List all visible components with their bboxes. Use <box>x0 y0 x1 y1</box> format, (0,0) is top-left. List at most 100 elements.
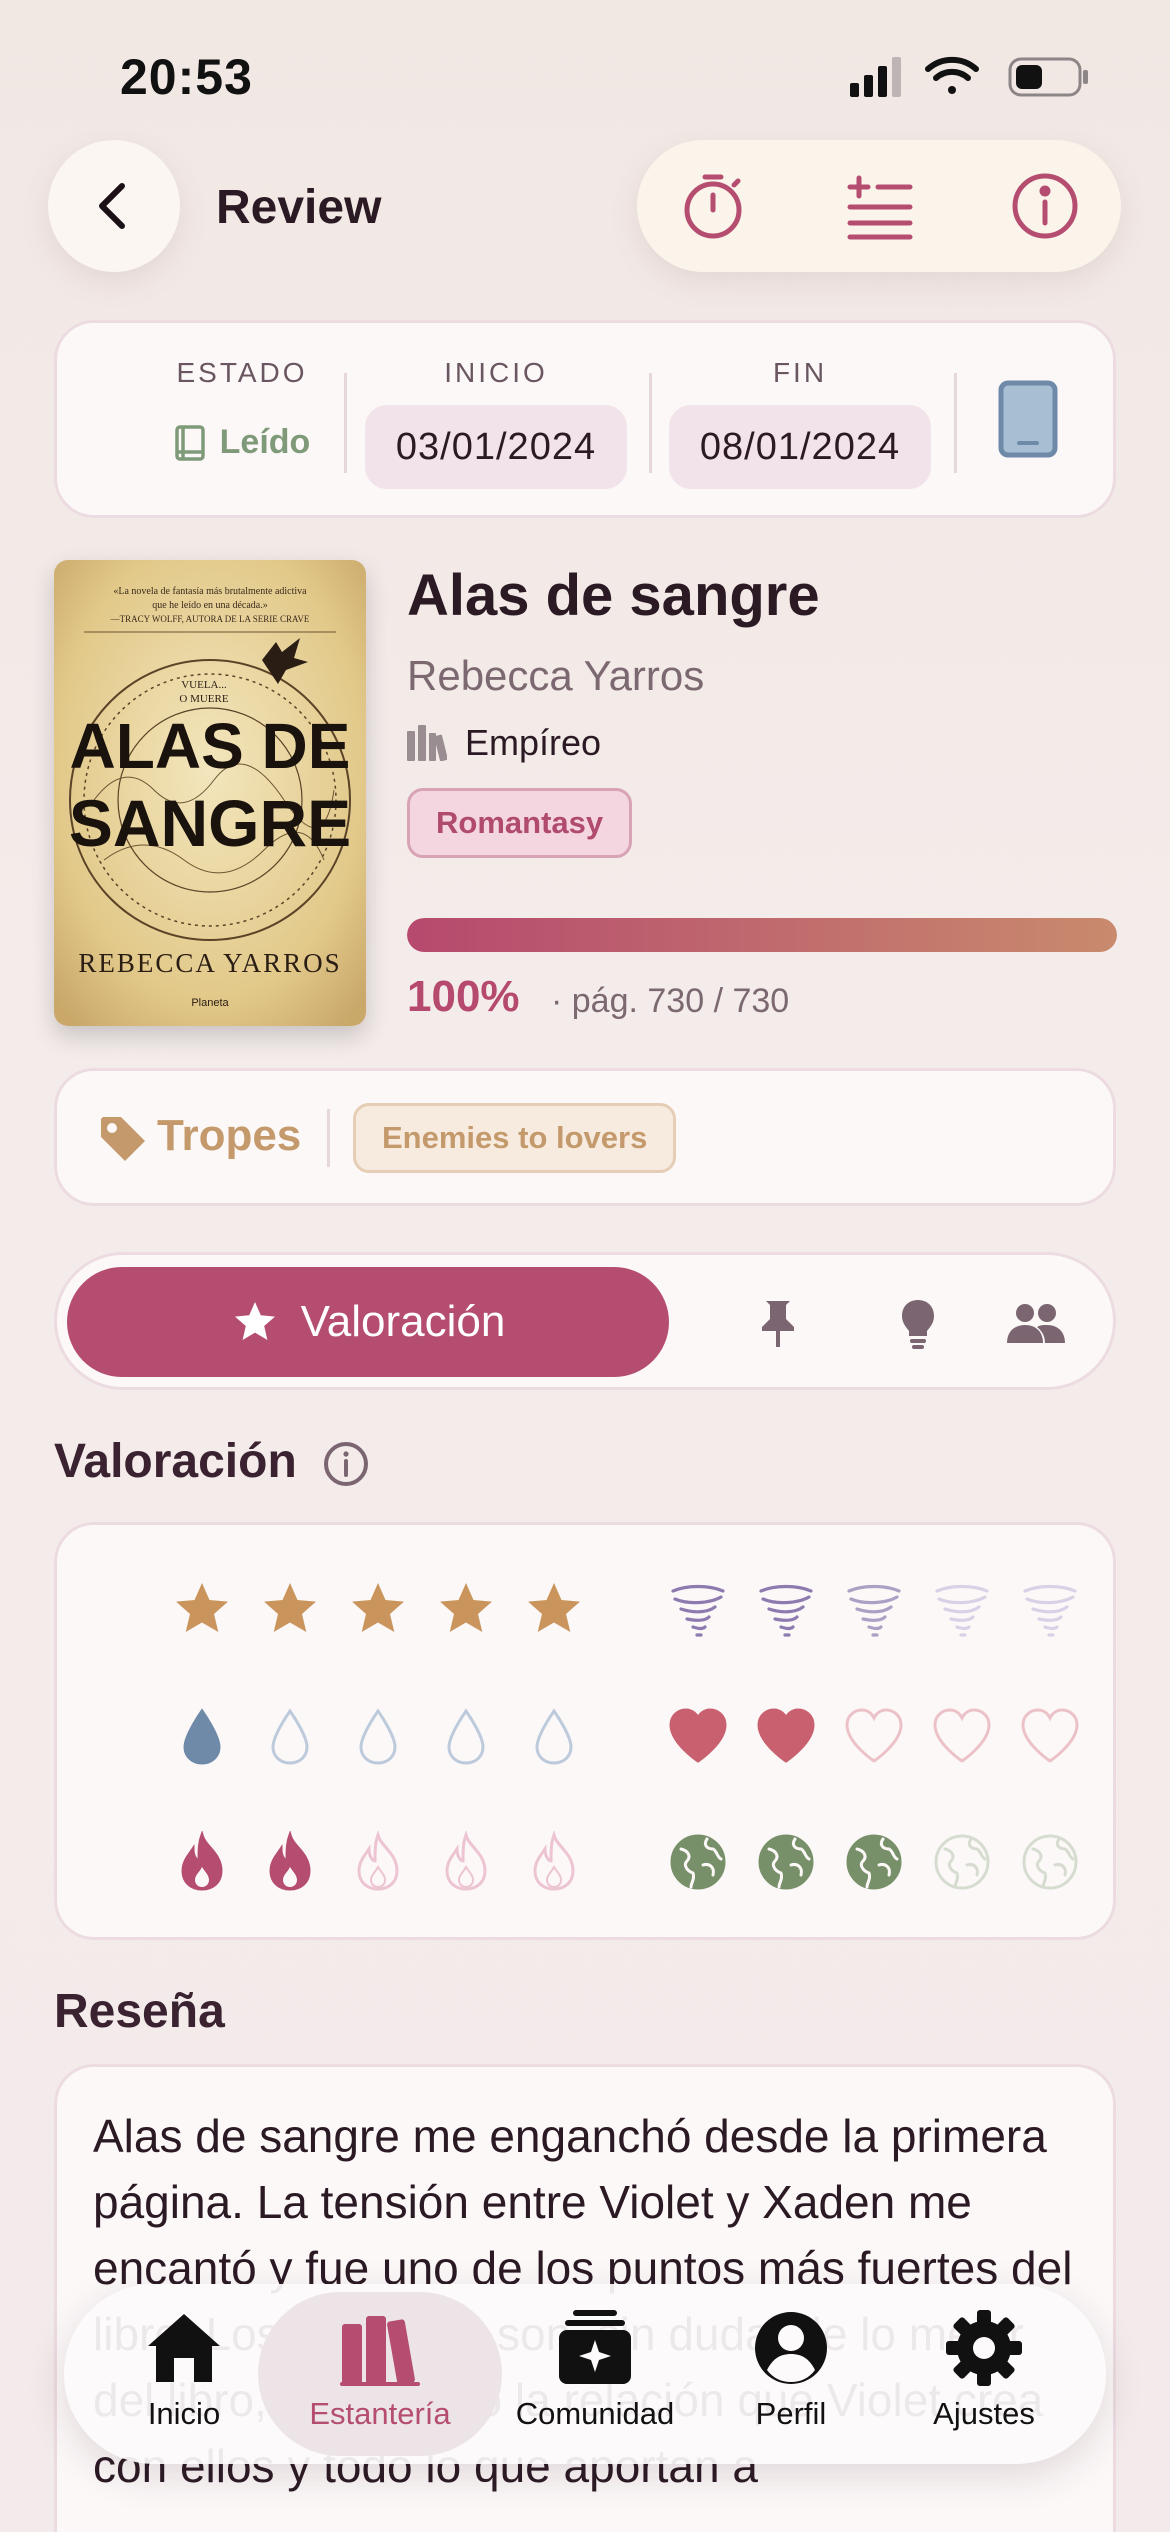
stars-rating-icon[interactable] <box>435 1579 497 1641</box>
stars-rating-icon[interactable] <box>171 1579 233 1641</box>
tears-rating[interactable] <box>171 1705 585 1767</box>
review-title: Reseña <box>54 1985 225 2038</box>
worldbuilding-rating[interactable] <box>667 1831 1081 1893</box>
tag-icon <box>101 1117 145 1161</box>
wifi-icon <box>925 56 979 94</box>
series-name: Empíreo <box>465 722 602 763</box>
tornado-rating-icon[interactable] <box>667 1579 729 1641</box>
tornado-rating-icon[interactable] <box>843 1579 905 1641</box>
tropes-card: Tropes Enemies to lovers <box>54 1068 1116 1206</box>
page-title: Review <box>216 181 382 234</box>
spice-rating-icon[interactable] <box>523 1831 585 1893</box>
tornado-rating[interactable] <box>667 1579 1081 1641</box>
signal-icon <box>850 57 901 97</box>
inicio-date[interactable]: 03/01/2024 <box>365 405 627 489</box>
hearts-rating-icon[interactable] <box>755 1705 817 1767</box>
header-toolbar <box>637 140 1121 272</box>
genre-chip[interactable]: Romantasy <box>407 788 633 858</box>
nav-label: Ajustes <box>933 2396 1035 2431</box>
status-icons <box>850 56 1088 97</box>
nav-item-perfil[interactable]: Perfil <box>691 2308 891 2432</box>
hearts-rating-icon[interactable] <box>931 1705 993 1767</box>
svg-text:que he leído en una década.»: que he leído en una década.» <box>152 600 268 611</box>
lightbulb-icon <box>902 1300 934 1349</box>
info-button[interactable] <box>1007 168 1083 244</box>
tablet-icon[interactable] <box>997 379 1059 459</box>
tab-ideas[interactable] <box>883 1289 953 1359</box>
progress-fill <box>407 918 1117 952</box>
timer-button[interactable] <box>675 168 751 244</box>
stars-rating-icon[interactable] <box>523 1579 585 1641</box>
gear-icon <box>946 2310 1022 2386</box>
worldbuilding-rating-icon[interactable] <box>755 1831 817 1893</box>
nav-item-ajustes[interactable]: Ajustes <box>884 2308 1084 2432</box>
worldbuilding-rating-icon[interactable] <box>667 1831 729 1893</box>
book-author[interactable]: Rebecca Yarros <box>407 652 704 700</box>
svg-text:«La novela de fantasía más bru: «La novela de fantasía más brutalmente a… <box>113 586 307 597</box>
tab-valoracion[interactable]: Valoración <box>67 1267 669 1377</box>
hearts-rating-icon[interactable] <box>667 1705 729 1767</box>
tab-notes[interactable] <box>743 1289 813 1359</box>
progress-percent: 100% <box>407 972 520 1021</box>
tornado-rating-icon[interactable] <box>1019 1579 1081 1641</box>
tears-rating-icon[interactable] <box>523 1705 585 1767</box>
star-icon <box>234 1302 275 1340</box>
worldbuilding-rating-icon[interactable] <box>931 1831 993 1893</box>
stars-rating-icon[interactable] <box>347 1579 409 1641</box>
estado-text: Leído <box>219 423 311 461</box>
rating-card <box>54 1522 1116 1940</box>
tears-rating-icon[interactable] <box>171 1705 233 1767</box>
spice-rating-icon[interactable] <box>347 1831 409 1893</box>
status-time: 20:53 <box>120 49 253 105</box>
books-series-icon <box>407 725 447 761</box>
detail-tabs: Valoración <box>54 1252 1116 1390</box>
stars-rating[interactable] <box>171 1579 585 1641</box>
add-to-list-button[interactable] <box>841 168 917 244</box>
rating-info-icon[interactable] <box>322 1440 370 1488</box>
spice-rating-icon[interactable] <box>435 1831 497 1893</box>
tab-valoracion-label: Valoración <box>300 1297 506 1346</box>
tears-rating-icon[interactable] <box>347 1705 409 1767</box>
spice-rating-icon[interactable] <box>259 1831 321 1893</box>
bottom-nav: Inicio Estantería Comunidad Perfil Ajust… <box>64 2284 1106 2464</box>
estado-value[interactable]: Leído <box>137 423 347 462</box>
book-series[interactable]: Empíreo <box>407 722 601 764</box>
tornado-rating-icon[interactable] <box>755 1579 817 1641</box>
reading-dates-card: ESTADO Leído INICIO 03/01/2024 FIN 08/01… <box>54 320 1116 518</box>
nav-item-comunidad[interactable]: Comunidad <box>495 2308 695 2432</box>
tears-rating-icon[interactable] <box>259 1705 321 1767</box>
battery-icon <box>1008 57 1088 97</box>
worldbuilding-rating-icon[interactable] <box>1019 1831 1081 1893</box>
book-cover[interactable]: «La novela de fantasía más brutalmente a… <box>54 560 366 1026</box>
reading-progress-bar <box>407 918 1117 952</box>
fin-date[interactable]: 08/01/2024 <box>669 405 931 489</box>
tornado-rating-icon[interactable] <box>931 1579 993 1641</box>
rating-title: Valoración <box>54 1435 297 1488</box>
book-title: Alas de sangre <box>407 563 820 628</box>
hearts-rating-icon[interactable] <box>1019 1705 1081 1767</box>
book-icon <box>174 424 205 461</box>
tears-rating-icon[interactable] <box>435 1705 497 1767</box>
trope-chip[interactable]: Enemies to lovers <box>353 1103 677 1173</box>
svg-text:SANGRE: SANGRE <box>69 786 351 860</box>
timer-icon <box>684 174 742 239</box>
nav-item-estanteria[interactable]: Estantería <box>280 2308 480 2432</box>
add-list-icon <box>847 175 913 240</box>
svg-text:VUELA...: VUELA... <box>181 679 227 691</box>
spice-rating[interactable] <box>171 1831 585 1893</box>
estado-label: ESTADO <box>176 357 308 388</box>
hearts-rating[interactable] <box>667 1705 1081 1767</box>
community-icon <box>559 2310 631 2384</box>
stars-rating-icon[interactable] <box>259 1579 321 1641</box>
hearts-rating-icon[interactable] <box>843 1705 905 1767</box>
svg-text:REBECCA YARROS: REBECCA YARROS <box>78 948 341 978</box>
worldbuilding-rating-icon[interactable] <box>843 1831 905 1893</box>
fin-label: FIN <box>772 357 828 388</box>
tab-community[interactable] <box>1001 1289 1071 1359</box>
spice-rating-icon[interactable] <box>171 1831 233 1893</box>
nav-item-inicio[interactable]: Inicio <box>84 2308 284 2432</box>
people-icon <box>1007 1304 1065 1343</box>
svg-text:Planeta: Planeta <box>191 997 229 1009</box>
back-button[interactable] <box>48 140 180 272</box>
books-icon <box>340 2316 420 2386</box>
